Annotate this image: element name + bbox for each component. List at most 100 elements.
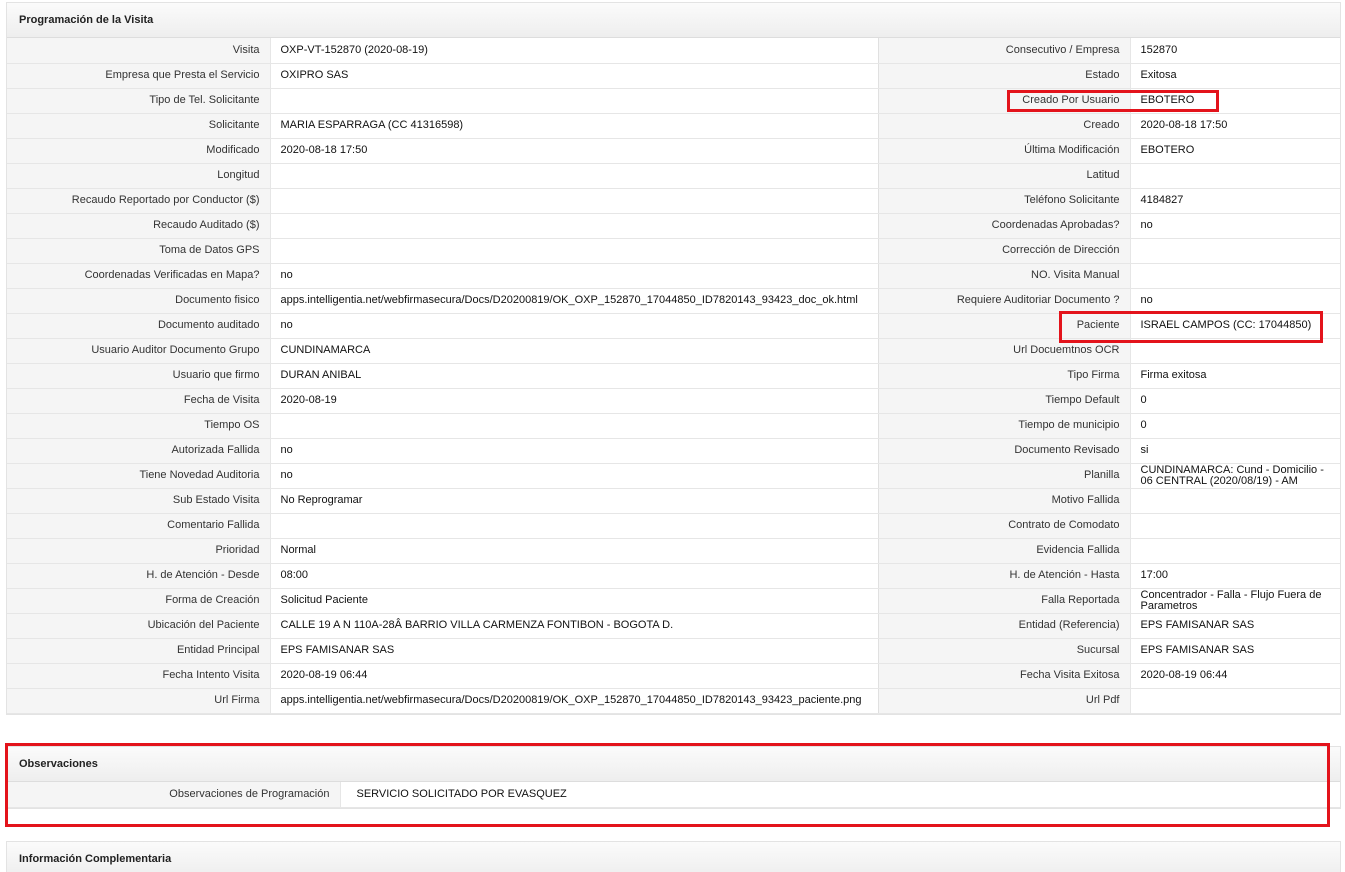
field-label: Corrección de Dirección <box>878 238 1130 264</box>
field-label: Requiere Auditoriar Documento ? <box>878 288 1130 314</box>
programacion-row: Entidad Principal EPS FAMISANAR SAS Sucur… <box>7 638 1340 664</box>
field-value: Solicitud Paciente <box>269 588 879 614</box>
field-value: CUNDINAMARCA <box>269 338 879 364</box>
field-value: Firma exitosa <box>1129 363 1340 389</box>
field-label: Paciente <box>878 313 1130 339</box>
field-value: 0 <box>1129 413 1340 439</box>
field-value <box>269 413 879 439</box>
field-label: Solicitante <box>7 113 270 139</box>
field-label: Teléfono Solicitante <box>878 188 1130 214</box>
field-value: 4184827 <box>1129 188 1340 214</box>
field-label: Toma de Datos GPS <box>7 238 270 264</box>
field-label: Creado Por Usuario <box>878 88 1130 114</box>
field-value <box>1129 513 1340 539</box>
programacion-row: Sub Estado Visita No Reprogramar Motivo F… <box>7 488 1340 514</box>
field-label: Entidad (Referencia) <box>878 613 1130 639</box>
complementaria-panel: Información Complementaria <box>6 841 1341 872</box>
field-value: CALLE 19 A N 110A-28Â BARRIO VILLA CARME… <box>269 613 879 639</box>
field-label: Tiempo Default <box>878 388 1130 414</box>
field-value: no <box>269 263 879 289</box>
field-value <box>1129 263 1340 289</box>
field-value: no <box>1129 288 1340 314</box>
field-label: Coordenadas Verificadas en Mapa? <box>7 263 270 289</box>
programacion-row: Tiene Novedad Auditoria no Planilla CUNDINA… <box>7 463 1340 489</box>
observaciones-label: Observaciones de Programación <box>7 782 340 808</box>
programacion-row: H. de Atención - Desde 08:00 H. de Atenci… <box>7 563 1340 589</box>
field-label: Forma de Creación <box>7 588 270 614</box>
field-label: Fecha Visita Exitosa <box>878 663 1130 689</box>
programacion-title: Programación de la Visita <box>7 3 1340 38</box>
field-value <box>269 88 879 114</box>
programacion-row: Empresa que Presta el Servicio OXIPRO SAS… <box>7 63 1340 89</box>
programacion-row: Coordenadas Verificadas en Mapa? no NO. Vi… <box>7 263 1340 289</box>
field-label: Recaudo Reportado por Conductor ($) <box>7 188 270 214</box>
field-value <box>269 163 879 189</box>
field-label: Url Firma <box>7 688 270 714</box>
field-value <box>1129 163 1340 189</box>
programacion-row: Visita OXP-VT-152870 (2020-08-19) Consecu… <box>7 38 1340 64</box>
field-label: Tiene Novedad Auditoria <box>7 463 270 489</box>
programacion-table: Visita OXP-VT-152870 (2020-08-19) Consecu… <box>7 38 1340 714</box>
field-label: Prioridad <box>7 538 270 564</box>
field-label: Coordenadas Aprobadas? <box>878 213 1130 239</box>
field-value: 152870 <box>1129 38 1340 64</box>
observaciones-value: SERVICIO SOLICITADO POR EVASQUEZ <box>339 782 1340 808</box>
field-label: Documento Revisado <box>878 438 1130 464</box>
field-label: Creado <box>878 113 1130 139</box>
field-value: MARIA ESPARRAGA (CC 41316598) <box>269 113 879 139</box>
programacion-row: Usuario que firmo DURAN ANIBAL Tipo Firma … <box>7 363 1340 389</box>
field-value: Normal <box>269 538 879 564</box>
field-label: Autorizada Fallida <box>7 438 270 464</box>
field-label: Tiempo OS <box>7 413 270 439</box>
field-label: Visita <box>7 38 270 64</box>
field-value: 17:00 <box>1129 563 1340 589</box>
field-value <box>269 238 879 264</box>
field-value: No Reprogramar <box>269 488 879 514</box>
field-label: Documento fisico <box>7 288 270 314</box>
programacion-row: Modificado 2020-08-18 17:50 Última Modific… <box>7 138 1340 164</box>
field-label: Evidencia Fallida <box>878 538 1130 564</box>
complementaria-title: Información Complementaria <box>7 842 1340 872</box>
field-label: Tipo Firma <box>878 363 1130 389</box>
field-label: Estado <box>878 63 1130 89</box>
programacion-row: Comentario Fallida Contrato de Comodato <box>7 513 1340 539</box>
programacion-row: Toma de Datos GPS Corrección de Dirección <box>7 238 1340 264</box>
field-value: 0 <box>1129 388 1340 414</box>
field-value: 2020-08-19 <box>269 388 879 414</box>
field-label: Contrato de Comodato <box>878 513 1130 539</box>
field-label: Comentario Fallida <box>7 513 270 539</box>
field-label: Falla Reportada <box>878 588 1130 614</box>
programacion-row: Recaudo Auditado ($) Coordenadas Aprobada… <box>7 213 1340 239</box>
programacion-row: Longitud Latitud <box>7 163 1340 189</box>
programacion-row: Tiempo OS Tiempo de municipio 0 <box>7 413 1340 439</box>
page: Programación de la Visita Visita OXP-VT-… <box>0 0 1345 872</box>
field-label: H. de Atención - Desde <box>7 563 270 589</box>
field-label: Última Modificación <box>878 138 1130 164</box>
field-label: Sub Estado Visita <box>7 488 270 514</box>
programacion-row: Recaudo Reportado por Conductor ($) Teléf… <box>7 188 1340 214</box>
field-value <box>1129 488 1340 514</box>
programacion-row: Autorizada Fallida no Documento Revisado si <box>7 438 1340 464</box>
field-value: apps.intelligentia.net/webfirmasecura/Do… <box>269 688 879 714</box>
field-value: Exitosa <box>1129 63 1340 89</box>
field-label: Modificado <box>7 138 270 164</box>
field-value: no <box>1129 213 1340 239</box>
field-value: no <box>269 313 879 339</box>
field-value <box>1129 238 1340 264</box>
observaciones-title: Observaciones <box>7 747 1340 782</box>
field-value: 08:00 <box>269 563 879 589</box>
field-value: si <box>1129 438 1340 464</box>
programacion-row: Solicitante MARIA ESPARRAGA (CC 41316598)… <box>7 113 1340 139</box>
field-value: 2020-08-19 06:44 <box>1129 663 1340 689</box>
field-value: EPS FAMISANAR SAS <box>269 638 879 664</box>
programacion-row: Documento fisico apps.intelligentia.net/w… <box>7 288 1340 314</box>
field-label: H. de Atención - Hasta <box>878 563 1130 589</box>
field-label: NO. Visita Manual <box>878 263 1130 289</box>
field-value <box>269 513 879 539</box>
field-label: Recaudo Auditado ($) <box>7 213 270 239</box>
field-label: Motivo Fallida <box>878 488 1130 514</box>
field-value: Concentrador - Falla - Flujo Fuera de Pa… <box>1129 588 1340 614</box>
field-value <box>269 213 879 239</box>
field-value <box>1129 538 1340 564</box>
field-value: EPS FAMISANAR SAS <box>1129 638 1340 664</box>
